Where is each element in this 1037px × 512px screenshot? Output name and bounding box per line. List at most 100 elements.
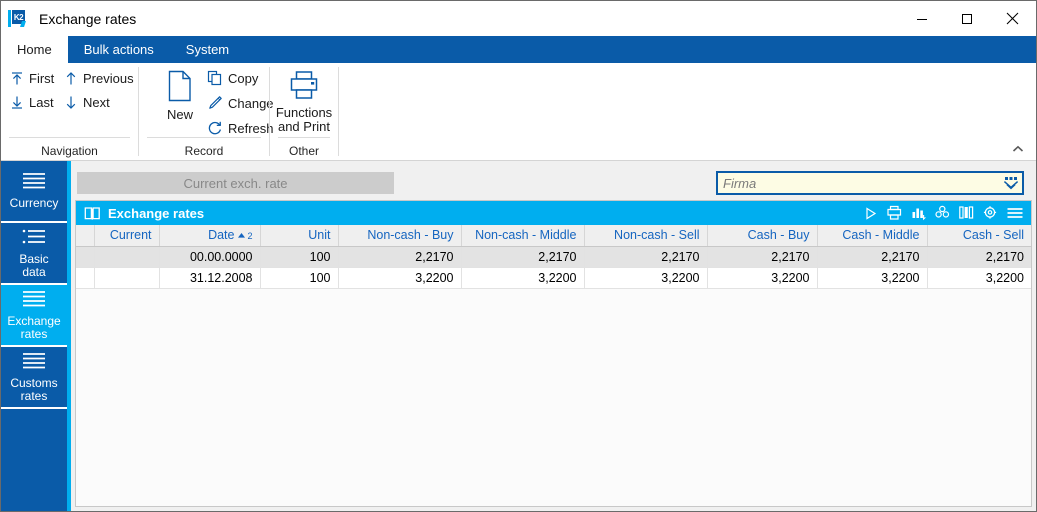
sort-indicator: 2 (237, 230, 253, 241)
nav-first-button[interactable]: First (10, 71, 54, 86)
ribbon-collapse-button[interactable] (1010, 141, 1026, 157)
tab-bulk-actions[interactable]: Bulk actions (68, 36, 170, 63)
arrow-down-to-line-icon (10, 95, 24, 110)
nav-last-button[interactable]: Last (10, 95, 54, 110)
ribbon-group-other: Functions and Print Other (270, 63, 338, 160)
cell-noncash-buy[interactable]: 2,2170 (338, 246, 462, 268)
functions-and-print-label-line1: Functions (275, 105, 333, 120)
sidebar-item-basic-data[interactable]: Basic data (1, 223, 67, 285)
table-row[interactable]: 31.12.2008 100 3,2200 3,2200 3,2200 3,22… (76, 267, 1031, 289)
tab-system-label: System (185, 42, 230, 57)
record-copy-label: Copy (228, 70, 259, 86)
firma-field[interactable] (716, 171, 1024, 195)
functions-and-print-label-line2: and Print (277, 119, 331, 134)
menu-icon[interactable] (1004, 203, 1025, 223)
arrow-up-to-line-icon (10, 71, 24, 86)
tab-system[interactable]: System (170, 36, 245, 63)
column-header-noncash-middle[interactable]: Non-cash - Middle (461, 225, 585, 247)
cell-cash-middle[interactable]: 3,2200 (817, 267, 928, 289)
data-table: Current Date 2 Unit Non-cash - Buy Non-ca (76, 225, 1031, 289)
cell-cash-sell[interactable]: 3,2200 (927, 267, 1031, 289)
list-lines-icon (21, 352, 47, 372)
cell-noncash-sell[interactable]: 2,2170 (584, 246, 708, 268)
record-new-button[interactable]: New (153, 70, 207, 122)
sidebar-item-currency[interactable]: Currency (1, 161, 67, 223)
group-separator (338, 67, 339, 156)
nav-next-label: Next (83, 95, 110, 110)
column-header-cash-buy[interactable]: Cash - Buy (707, 225, 818, 247)
record-copy-button[interactable]: Copy (207, 70, 258, 86)
printer-icon (287, 70, 321, 103)
ribbon-group-navigation-label: Navigation (41, 144, 98, 158)
columns-icon[interactable] (956, 203, 977, 223)
book-icon (84, 206, 101, 221)
nav-last-label: Last (29, 95, 54, 110)
sidebar-item-currency-label: Currency (9, 196, 59, 210)
cell-noncash-sell[interactable]: 3,2200 (584, 267, 708, 289)
list-lines-icon (21, 290, 47, 310)
current-exchange-rate-label: Current exch. rate (183, 175, 288, 191)
record-change-button[interactable]: Change (207, 95, 274, 111)
functions-and-print-button[interactable]: Functions and Print (270, 70, 338, 134)
exchange-rates-grid: Exchange rates Current Date 2 Unit Non-c… (75, 200, 1032, 507)
minimize-button[interactable] (899, 1, 944, 36)
record-change-label: Change (228, 95, 274, 111)
nav-previous-label: Previous (83, 71, 134, 86)
row-selector-cell[interactable] (76, 267, 95, 289)
sidebar-item-basic-data-label-line1: Basic (19, 251, 49, 266)
grid-toolbar (860, 201, 1031, 225)
cell-cash-buy[interactable]: 2,2170 (707, 246, 818, 268)
sidebar-item-exchange-rates-label-line1: Exchange (7, 313, 61, 328)
title-bar: K2 Exchange rates (1, 1, 1036, 36)
close-button[interactable] (989, 1, 1036, 36)
new-document-icon (167, 70, 193, 105)
column-header-cash-sell[interactable]: Cash - Sell (927, 225, 1031, 247)
settings-icon[interactable] (980, 203, 1001, 223)
nav-previous-button[interactable]: Previous (64, 71, 134, 86)
cell-cash-sell[interactable]: 2,2170 (927, 246, 1031, 268)
current-exchange-rate-button[interactable]: Current exch. rate (77, 172, 394, 194)
nav-first-label: First (29, 71, 55, 86)
sort-order-number: 2 (247, 230, 253, 241)
cell-unit[interactable]: 100 (260, 246, 339, 268)
print-icon[interactable] (884, 203, 905, 223)
column-header-noncash-buy[interactable]: Non-cash - Buy (338, 225, 462, 247)
column-header-date[interactable]: Date 2 (159, 225, 261, 247)
cell-noncash-middle[interactable]: 2,2170 (461, 246, 585, 268)
run-icon[interactable] (860, 203, 881, 223)
sidebar-item-exchange-rates[interactable]: Exchange rates (1, 285, 67, 347)
sidebar: Currency Basic data Exchange rates Custo… (1, 161, 71, 511)
column-header-current[interactable]: Current (94, 225, 160, 247)
chart-icon[interactable] (908, 203, 929, 223)
sidebar-item-exchange-rates-label-line2: rates (20, 326, 48, 341)
cell-current[interactable] (94, 267, 160, 289)
multi-select-dropdown-icon[interactable] (1000, 173, 1022, 193)
column-header-cash-middle[interactable]: Cash - Middle (817, 225, 928, 247)
sidebar-item-customs-rates[interactable]: Customs rates (1, 347, 67, 409)
table-row[interactable]: 00.00.0000 100 2,2170 2,2170 2,2170 2,21… (76, 246, 1031, 268)
record-refresh-button[interactable]: Refresh (207, 120, 274, 136)
column-header-noncash-sell[interactable]: Non-cash - Sell (584, 225, 708, 247)
cell-unit[interactable]: 100 (260, 267, 339, 289)
cell-current[interactable] (94, 246, 160, 268)
pivot-icon[interactable] (932, 203, 953, 223)
chevron-up-icon (1012, 145, 1024, 152)
tab-home[interactable]: Home (1, 36, 68, 63)
cell-cash-middle[interactable]: 2,2170 (817, 246, 928, 268)
nav-next-button[interactable]: Next (64, 95, 110, 110)
maximize-button[interactable] (944, 1, 989, 36)
cell-date[interactable]: 00.00.0000 (159, 246, 261, 268)
sidebar-item-basic-data-label-line2: data (22, 264, 46, 279)
firma-input[interactable] (718, 173, 1000, 193)
filter-bar: Current exch. rate (71, 161, 1036, 199)
column-header-selector[interactable] (76, 225, 95, 247)
cell-noncash-buy[interactable]: 3,2200 (338, 267, 462, 289)
arrow-down-icon (64, 95, 78, 110)
cell-cash-buy[interactable]: 3,2200 (707, 267, 818, 289)
record-refresh-label: Refresh (228, 120, 274, 136)
column-header-unit[interactable]: Unit (260, 225, 339, 247)
application-window: K2 Exchange rates Home Bulk actions Syst… (0, 0, 1037, 512)
cell-date[interactable]: 31.12.2008 (159, 267, 261, 289)
row-selector-cell[interactable] (76, 246, 95, 268)
cell-noncash-middle[interactable]: 3,2200 (461, 267, 585, 289)
